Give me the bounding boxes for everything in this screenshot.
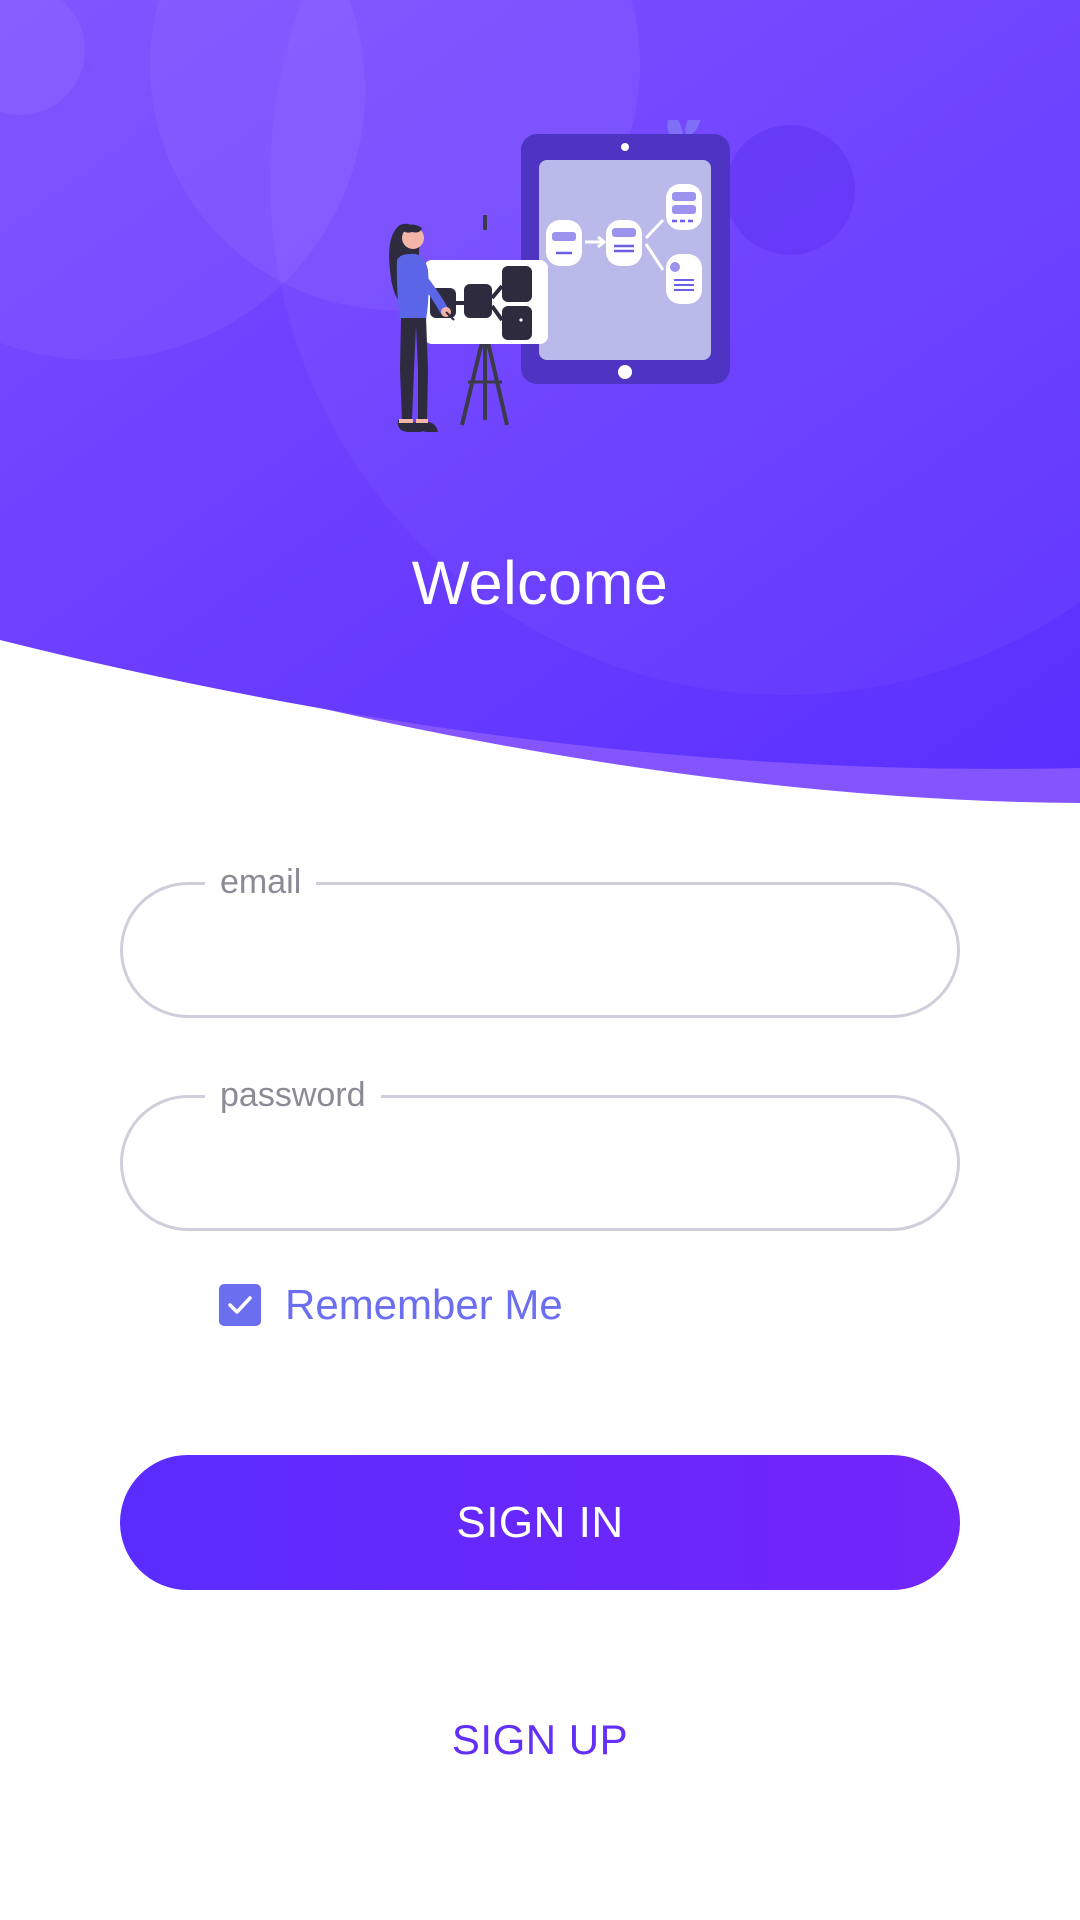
- email-label: email: [205, 858, 317, 906]
- presentation-illustration: [389, 120, 730, 432]
- remember-me-label[interactable]: Remember Me: [285, 1283, 563, 1327]
- login-screen: Welcome email password Remember Me SIGN …: [0, 0, 1080, 1920]
- tablet-graphic: [521, 120, 730, 384]
- password-label: password: [205, 1071, 381, 1119]
- check-icon: [228, 1296, 252, 1314]
- email-field[interactable]: email: [120, 858, 960, 1018]
- password-input[interactable]: [173, 1132, 907, 1202]
- sign-up-link[interactable]: SIGN UP: [0, 1716, 1080, 1764]
- email-input[interactable]: [173, 919, 907, 989]
- decor-circle: [725, 125, 855, 255]
- welcome-title: Welcome: [411, 549, 669, 617]
- remember-me-checkbox[interactable]: [219, 1284, 261, 1326]
- remember-me-row[interactable]: Remember Me: [219, 1283, 563, 1327]
- password-field[interactable]: password: [120, 1071, 960, 1231]
- sign-in-button[interactable]: SIGN IN: [120, 1455, 960, 1590]
